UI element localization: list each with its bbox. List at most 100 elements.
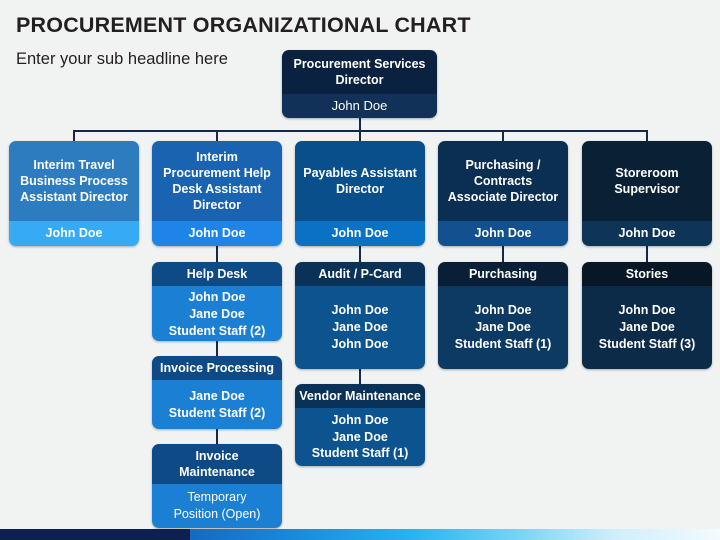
node-title-line: Supervisor [614,182,680,196]
node-title-line: Assistant [360,166,417,180]
node-invoice-processing[interactable]: Invoice Processing Jane Doe Student Staf… [152,356,282,429]
bottom-bar-navy-segment [0,529,190,540]
node-invoice-maintenance[interactable]: Invoice Maintenance Temporary Position (… [152,444,282,528]
node-title-line: Procurement [293,57,371,71]
node-vendor-maintenance[interactable]: Vendor Maintenance John Doe Jane Doe Stu… [295,384,425,466]
member-name: John Doe [331,303,389,318]
member-name: John Doe [331,98,388,114]
node-title: Stories [582,262,712,286]
node-title: Help Desk [152,262,282,286]
node-members: John Doe [582,221,712,246]
node-title: Payables Assistant Director [295,141,425,221]
page-subtitle: Enter your sub headline here [16,50,228,68]
bottom-bar-gradient-segment [190,529,720,540]
connector-col2-child2-to-child3 [216,429,218,444]
connector-drop-col2 [216,130,218,141]
node-title-line: Director [193,198,241,212]
connector-col4-lead-to-child1 [502,246,504,262]
node-title-line: Payables [303,166,358,180]
member-name: Student Staff (2) [168,405,266,420]
member-name: John Doe [474,226,532,241]
node-title-text: Invoice Processing [160,361,274,375]
member-name: John Doe [45,226,103,241]
node-storeroom-supervisor[interactable]: Storeroom Supervisor John Doe [582,141,712,246]
member-name: John Doe [331,412,389,427]
member-name: John Doe [474,303,532,318]
node-title: Invoice Maintenance [152,444,282,484]
connector-drop-col3 [359,130,361,141]
node-purchasing[interactable]: Purchasing John Doe Jane Doe Student Sta… [438,262,568,369]
member-name: Jane Doe [475,320,531,335]
connector-drop-col4 [502,130,504,141]
node-payables-assistant-director[interactable]: Payables Assistant Director John Doe [295,141,425,246]
node-members: Temporary Position (Open) [152,484,282,528]
node-title: Vendor Maintenance [295,384,425,408]
node-title-line: Desk Assistant [172,182,262,196]
node-title-line: Director [336,182,384,196]
node-title-line: Business Process [20,174,128,188]
node-title-line: Associate Director [447,190,559,204]
node-title: Purchasing / Contracts Associate Directo… [438,141,568,221]
node-title-text: Stories [625,267,669,281]
node-members: John Doe Jane Doe Student Staff (3) [582,286,712,369]
bottom-decorative-bar [0,529,720,540]
node-members: John Doe [282,94,437,118]
member-name: John Doe [618,303,676,318]
member-name: Student Staff (1) [454,336,552,351]
page-title: PROCUREMENT ORGANIZATIONAL CHART [16,13,471,37]
node-title-line: Procurement Help [163,166,271,180]
node-title-line: Contracts [473,174,533,188]
node-interim-travel-business-process-assistant-director[interactable]: Interim Travel Business Process Assistan… [9,141,139,246]
node-title-line: Interim [196,150,238,164]
node-title: Procurement Services Director [282,50,437,94]
node-title-text: Help Desk [186,267,248,281]
node-members: John Doe Jane Doe Student Staff (1) [295,408,425,466]
node-title-line: Assistant Director [20,190,128,204]
member-name: John Doe [618,226,676,241]
member-name: Jane Doe [332,320,388,335]
node-title: Purchasing [438,262,568,286]
node-members: John Doe [152,221,282,246]
node-title: Storeroom Supervisor [582,141,712,221]
node-title: Interim Travel Business Process Assistan… [9,141,139,221]
node-members: John Doe [295,221,425,246]
connector-col5-lead-to-child1 [646,246,648,262]
node-title-line: Purchasing / [465,158,541,172]
node-purchasing-contracts-associate-director[interactable]: Purchasing / Contracts Associate Directo… [438,141,568,246]
member-name: Jane Doe [189,306,245,321]
connector-col2-child1-to-child2 [216,341,218,356]
node-title-line: Invoice [195,449,239,463]
member-name: Student Staff (2) [168,323,266,338]
node-audit-p-card[interactable]: Audit / P-Card John Doe Jane Doe John Do… [295,262,425,369]
node-procurement-services-director[interactable]: Procurement Services Director John Doe [282,50,437,118]
node-title: Invoice Processing [152,356,282,380]
connector-col3-lead-to-child1 [359,246,361,262]
node-members: Jane Doe Student Staff (2) [152,380,282,429]
member-name: John Doe [188,290,246,304]
node-interim-procurement-help-desk-assistant-director[interactable]: Interim Procurement Help Desk Assistant … [152,141,282,246]
member-name: John Doe [331,336,389,351]
member-name: Jane Doe [619,320,675,335]
node-help-desk[interactable]: Help Desk John Doe Jane Doe Student Staf… [152,262,282,341]
node-members: John Doe [9,221,139,246]
node-title-text: Audit / P-Card [318,267,402,281]
node-title: Audit / P-Card [295,262,425,286]
node-title: Interim Procurement Help Desk Assistant … [152,141,282,221]
node-title-line: Interim Travel [33,158,115,172]
connector-drop-col5 [646,130,648,141]
node-title-text: Vendor Maintenance [299,389,421,403]
node-title-text: Purchasing [468,267,538,281]
member-name: Jane Doe [332,429,388,444]
connector-col3-child1-to-child2 [359,369,361,384]
member-name: Position (Open) [173,507,261,521]
member-name: John Doe [188,226,246,241]
node-title-line: Maintenance [179,465,255,479]
node-title-line: Storeroom [615,166,679,180]
connector-drop-col1 [73,130,75,141]
member-name: Student Staff (1) [311,446,409,461]
node-stories[interactable]: Stories John Doe Jane Doe Student Staff … [582,262,712,369]
member-name: Temporary [187,490,247,505]
node-members: John Doe [438,221,568,246]
node-members: John Doe Jane Doe Student Staff (1) [438,286,568,369]
member-name: Student Staff (3) [598,336,696,351]
